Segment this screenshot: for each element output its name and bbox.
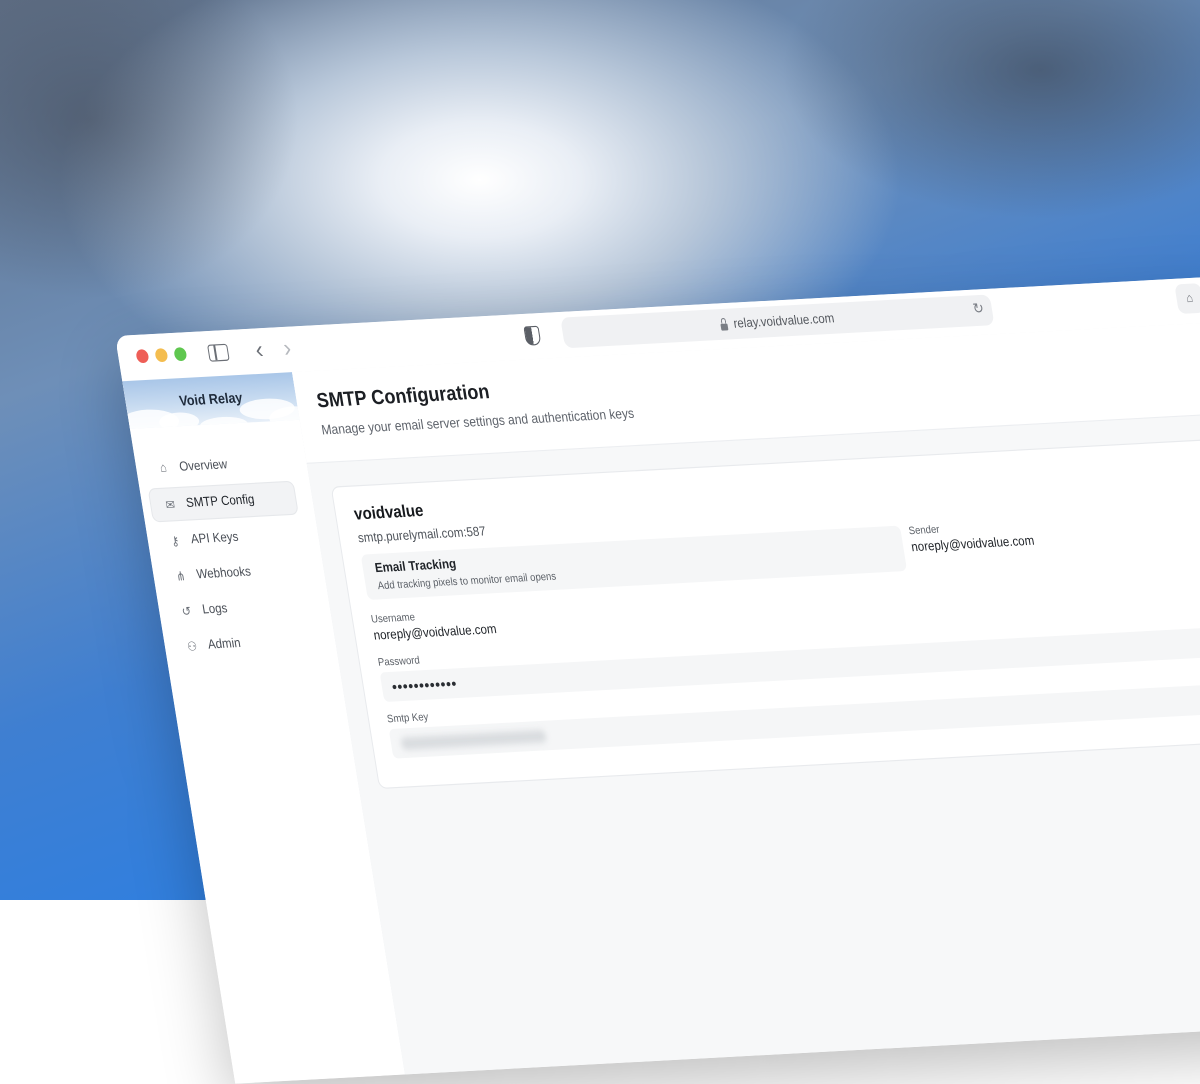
password-value: ••••••••••••	[390, 674, 459, 696]
sidebar-item-label: SMTP Config	[185, 493, 256, 511]
sidebar-toggle-icon[interactable]	[205, 340, 233, 364]
background-shade	[780, 0, 1200, 220]
close-window-button[interactable]	[135, 349, 150, 364]
sidebar-item-label: Webhooks	[195, 565, 252, 582]
share-button[interactable]: ⌂	[1174, 283, 1200, 314]
home-icon: ⌂	[159, 461, 168, 476]
sidebar-item-label: Overview	[178, 457, 229, 475]
smtp-key-label: Smtp Key	[386, 711, 430, 726]
email-tracking-title: Email Tracking	[373, 557, 458, 576]
page-title: SMTP Configuration	[314, 379, 491, 412]
minimize-window-button[interactable]	[154, 348, 169, 363]
lock-icon	[720, 322, 729, 331]
sidebar-item-label: API Keys	[190, 530, 240, 547]
sender-value: noreply@voidvalue.com	[910, 534, 1036, 555]
forward-arrow-icon[interactable]: ›	[276, 333, 298, 362]
sidebar-item-logs[interactable]: ↺ Logs	[165, 588, 316, 628]
background-shade	[0, 0, 300, 300]
smtp-config-card: voidvalue smtp.purelymail.com:587 Email …	[330, 437, 1200, 790]
webhook-icon: ⋔	[175, 569, 187, 584]
cloud-decoration	[198, 415, 250, 429]
sidebar-item-label: Admin	[206, 636, 242, 652]
sidebar-nav: ⌂ Overview ✉ SMTP Config ⚷ API Keys ⋔ We…	[142, 446, 322, 667]
smtp-host: smtp.purelymail.com:587	[357, 525, 487, 546]
history-icon: ↺	[180, 604, 193, 619]
address-bar-url: relay.voidvalue.com	[732, 311, 836, 331]
reload-icon[interactable]: ↻	[971, 299, 985, 318]
sidebar-item-overview[interactable]: ⌂ Overview	[142, 446, 293, 486]
sidebar-item-label: Logs	[201, 601, 229, 617]
redacted-smtp-key	[400, 729, 547, 751]
user-admin-icon: ⚇	[186, 639, 199, 654]
inbox-icon: ✉	[164, 497, 177, 513]
key-icon: ⚷	[170, 534, 181, 549]
browser-window: ‹ › relay.voidvalue.com ↻ ⌂ Void Relay ⌂…	[115, 275, 1200, 1084]
main-content: SMTP Configuration Manage your email ser…	[292, 320, 1200, 1075]
sidebar-item-webhooks[interactable]: ⋔ Webhooks	[159, 553, 310, 593]
zoom-window-button[interactable]	[173, 347, 188, 362]
sidebar-item-api-keys[interactable]: ⚷ API Keys	[154, 518, 305, 558]
sidebar-item-smtp-config[interactable]: ✉ SMTP Config	[147, 480, 299, 523]
share-icon: ⌂	[1185, 291, 1195, 306]
sidebar-item-admin[interactable]: ⚇ Admin	[171, 623, 322, 663]
password-field[interactable]: ••••••••••••	[379, 626, 1200, 702]
sender-label: Sender	[907, 523, 941, 538]
brand-banner: Void Relay	[122, 372, 300, 429]
back-arrow-icon[interactable]: ‹	[248, 335, 270, 364]
privacy-shield-icon[interactable]	[521, 323, 543, 347]
password-label: Password	[377, 654, 421, 670]
username-value: noreply@voidvalue.com	[372, 622, 498, 644]
config-name: voidvalue	[352, 501, 425, 525]
username-label: Username	[370, 611, 416, 627]
